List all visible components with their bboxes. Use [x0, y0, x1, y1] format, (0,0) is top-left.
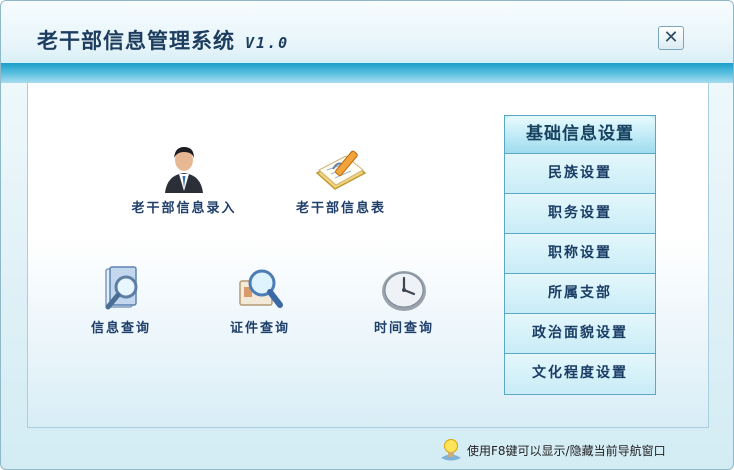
shortcut-label: 时间查询 — [373, 321, 434, 336]
title-bar: 老干部信息管理系统 V1.0 ✕ — [1, 1, 733, 63]
app-window: 老干部信息管理系统 V1.0 ✕ 老干部信息录入 老干部信息表 信息查询 证件查… — [0, 0, 734, 470]
shortcut-label: 老干部信息录入 — [131, 201, 237, 216]
settings-education-button[interactable]: 文化程度设置 — [505, 354, 655, 393]
panel-title: 基础信息设置 — [505, 116, 655, 154]
app-title: 老干部信息管理系统 V1.0 — [37, 25, 289, 55]
basic-settings-panel: 基础信息设置 民族设置 职务设置 职称设置 所属支部 政治面貌设置 文化程度设置 — [504, 115, 656, 395]
shortcut-time-query[interactable]: 时间查询 — [365, 267, 443, 336]
card-search-icon — [239, 269, 283, 308]
clock-icon — [382, 271, 426, 311]
status-hint: 使用F8键可以显示/隐藏当前导航窗口 — [467, 444, 666, 458]
version-label: V1.0 — [245, 34, 290, 52]
shortcut-cadre-entry[interactable]: 老干部信息录入 — [123, 141, 245, 216]
shortcut-label: 证件查询 — [229, 321, 290, 336]
app-title-text: 老干部信息管理系统 — [37, 29, 235, 53]
close-button[interactable]: ✕ — [658, 26, 684, 50]
shortcut-label: 老干部信息表 — [295, 201, 386, 216]
settings-branch-button[interactable]: 所属支部 — [505, 274, 655, 314]
settings-political-status-button[interactable]: 政治面貌设置 — [505, 314, 655, 354]
shortcut-info-query[interactable]: 信息查询 — [81, 265, 161, 336]
shortcut-certificate-query[interactable]: 证件查询 — [219, 265, 301, 336]
shortcut-label: 信息查询 — [90, 321, 151, 336]
settings-title-button[interactable]: 职称设置 — [505, 234, 655, 274]
close-icon: ✕ — [663, 27, 679, 48]
user-icon — [165, 147, 203, 193]
document-search-icon — [105, 266, 138, 310]
lightbulb-icon — [441, 439, 461, 461]
shortcut-cadre-table[interactable]: 老干部信息表 — [281, 143, 401, 216]
settings-position-button[interactable]: 职务设置 — [505, 194, 655, 234]
notebook-pencil-icon — [315, 150, 367, 190]
settings-ethnicity-button[interactable]: 民族设置 — [505, 154, 655, 194]
header-band — [1, 63, 733, 83]
